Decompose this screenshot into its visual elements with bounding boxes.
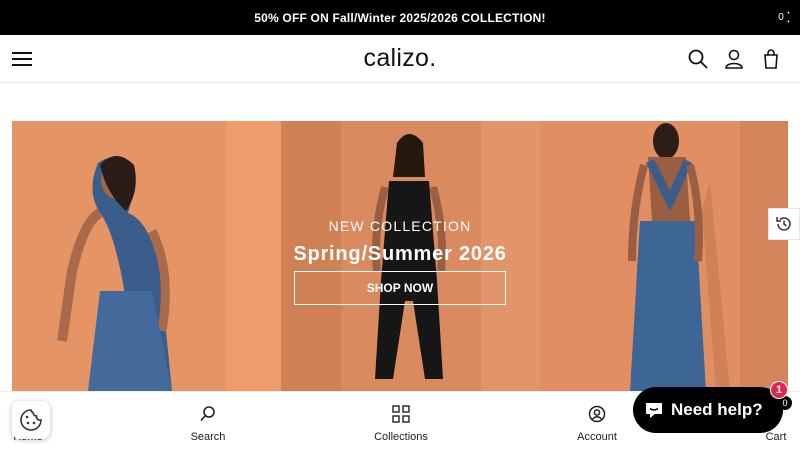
recently-viewed-button[interactable] [768,208,800,240]
bottom-nav-label: Collections [374,431,428,443]
chat-bubble-icon [646,403,662,418]
history-icon [776,217,791,231]
promo-text: 50% OFF ON Fall/Winter 2025/2026 COLLECT… [254,10,546,25]
search-icon [200,406,215,422]
bottom-nav-account[interactable]: Account [547,392,647,451]
bottom-nav-label: Account [577,431,617,443]
cart-count-badge: 0 [773,9,789,25]
cookie-icon [20,409,42,431]
hero-subtitle: NEW COLLECTION [328,218,472,234]
site-logo[interactable]: calizo. [0,44,800,73]
chat-unread-badge: 1 [770,381,788,399]
shop-now-button[interactable]: SHOP NOW [294,271,506,305]
bottom-nav-label: Search [190,431,226,443]
bottom-nav-search[interactable]: Search [158,392,258,451]
hero-title: Spring/Summer 2026 [293,243,507,265]
hero-banner[interactable]: NEW COLLECTION Spring/Summer 2026 SHOP N… [12,121,788,391]
promo-bar: 50% OFF ON Fall/Winter 2025/2026 COLLECT… [0,0,800,35]
site-header: calizo. [0,35,800,83]
account-icon[interactable] [723,48,745,70]
cookie-settings-button[interactable] [12,401,50,439]
search-icon[interactable] [687,48,709,70]
hamburger-menu-icon[interactable] [12,50,32,68]
cart-icon[interactable] [760,48,782,70]
chat-help-button[interactable]: Need help? [633,387,783,433]
grid-icon [392,405,410,423]
chat-label: Need help? [671,400,763,419]
account-icon [588,405,606,423]
bottom-nav-collections[interactable]: Collections [351,392,451,451]
